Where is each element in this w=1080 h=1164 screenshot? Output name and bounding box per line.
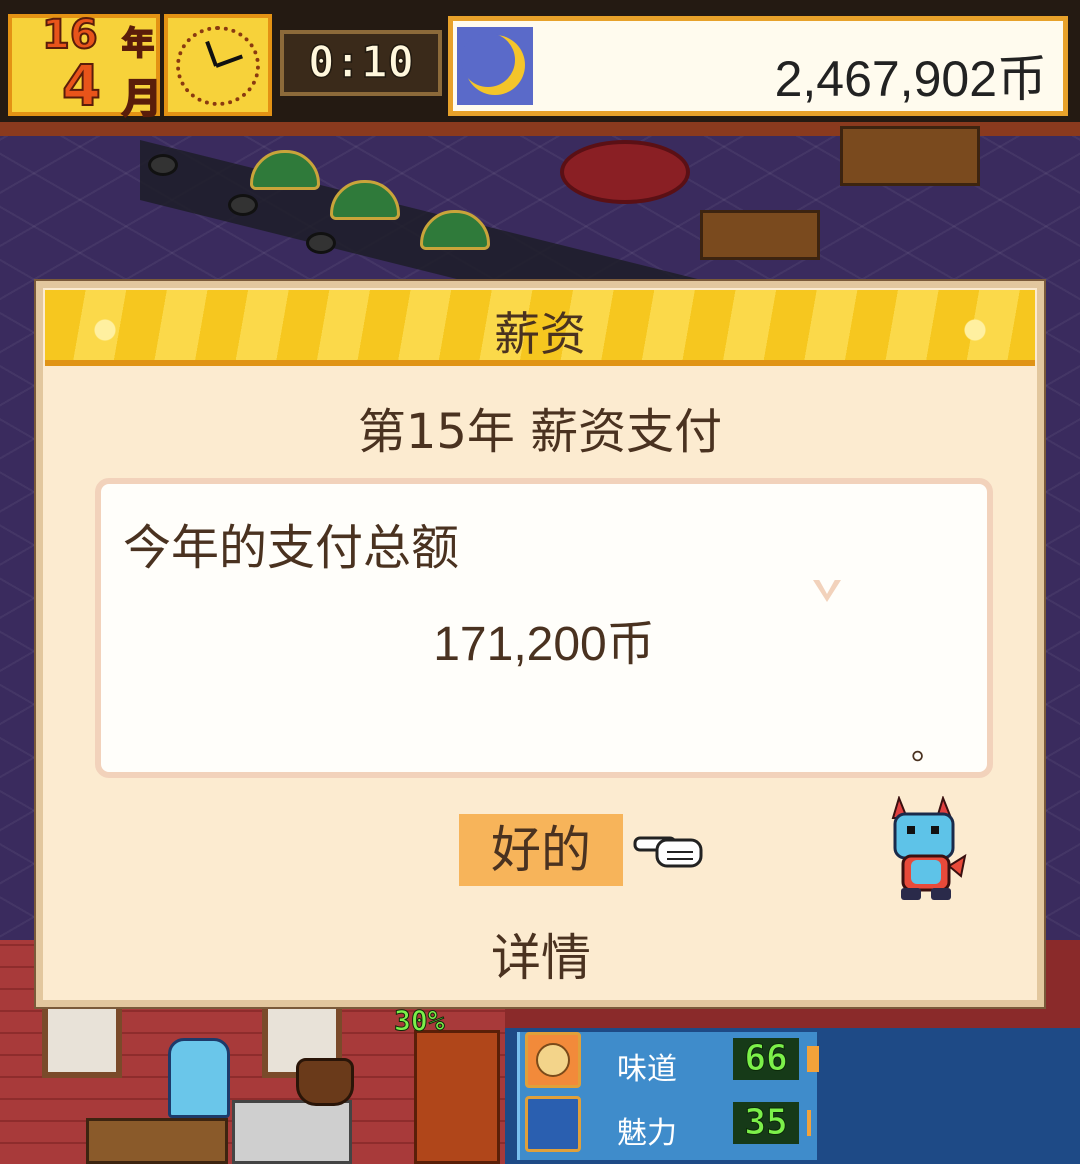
stat-row-taste: 味道 66 <box>505 1032 1065 1092</box>
speech-bubble: 今年的支付总额 171,200币 。 <box>95 478 993 778</box>
wooden-cabinet <box>840 126 980 186</box>
stat-value: 66 <box>733 1038 799 1080</box>
pointing-hand-icon <box>633 836 703 868</box>
stat-bar <box>807 1110 811 1136</box>
payment-total-amount: 171,200币 <box>433 618 655 671</box>
dialog-header: 薪资 <box>45 290 1035 366</box>
stat-bar <box>807 1046 819 1072</box>
round-table <box>560 140 690 204</box>
shelf-percent-badge: 30% <box>394 1004 446 1038</box>
year-number: 16 <box>41 11 99 59</box>
salary-dialog: 薪资 第15年 薪资支付 今年的支付总额 171,200币 。 好的 详情 <box>36 281 1044 1007</box>
year-label: 年 <box>121 23 155 63</box>
stool <box>148 154 178 176</box>
stat-value: 35 <box>733 1102 799 1144</box>
clock-icon <box>164 14 272 116</box>
stool <box>228 194 258 216</box>
money-display: 2,467,902币 <box>448 16 1068 116</box>
blue-dragon-mascot-icon <box>891 796 967 900</box>
date-display: 16 年 4 月 <box>8 11 163 123</box>
bubble-tail-inner <box>817 576 837 594</box>
sentence-end-mark: 。 <box>911 728 945 768</box>
dialog-title: 薪资 <box>494 307 586 361</box>
ok-button[interactable]: 好的 <box>459 814 623 886</box>
plant-decoration <box>250 150 320 190</box>
dish-sparkle-icon <box>525 1096 581 1152</box>
wooden-table <box>700 210 820 260</box>
money-amount: 2,467,902币 <box>774 51 1047 107</box>
lattice-window <box>42 998 122 1078</box>
month-label: 月 <box>121 75 163 123</box>
details-button[interactable]: 详情 <box>459 922 623 994</box>
payment-total-label: 今年的支付总额 <box>123 520 460 576</box>
top-hud: 16 年 4 月 0:10 2,467,902币 <box>0 0 1080 123</box>
stool <box>306 232 336 254</box>
ingredient-shelf <box>414 1030 500 1164</box>
dish-stats-panel: 味道 66 魅力 35 <box>505 1028 1080 1164</box>
plant-decoration <box>330 180 400 220</box>
cooking-pot <box>296 1058 354 1106</box>
month-number: 4 <box>61 53 102 120</box>
stat-label: 味道 <box>617 1052 677 1087</box>
stove <box>232 1100 352 1164</box>
stat-label: 魅力 <box>617 1116 677 1151</box>
dialog-subtitle: 第15年 薪资支付 <box>357 404 723 460</box>
smiley-face-icon <box>525 1032 581 1088</box>
chef-character[interactable] <box>168 1038 230 1118</box>
crescent-moon-icon <box>457 27 533 105</box>
cooking-counter <box>86 1118 228 1164</box>
stat-row-charm: 魅力 35 <box>505 1096 1065 1156</box>
time-display: 0:10 <box>280 30 442 96</box>
